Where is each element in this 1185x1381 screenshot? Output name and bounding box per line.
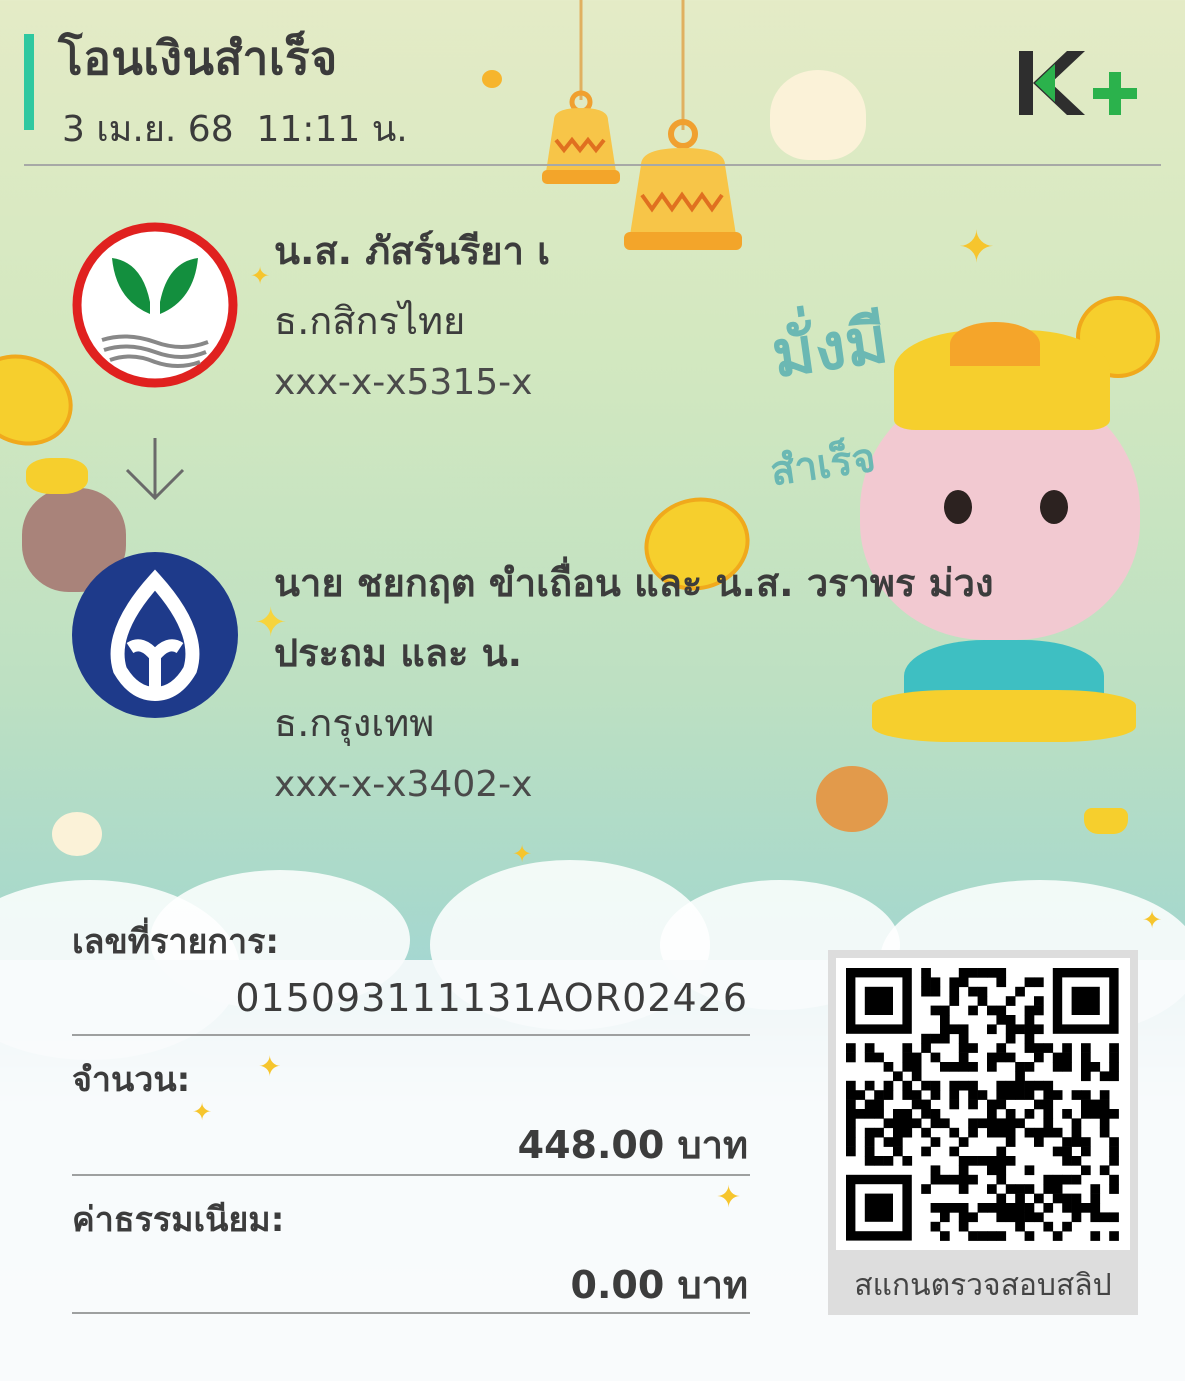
fee-label: ค่าธรรมเนียม: <box>72 1200 285 1240</box>
transaction-datetime: 3 เม.ย. 68 11:11 น. <box>62 109 408 150</box>
kasikorn-bank-logo <box>72 222 238 388</box>
bangkok-bank-logo <box>72 552 238 718</box>
receiver-name-line2: ประถม และ น. <box>274 631 523 675</box>
qr-code[interactable] <box>836 958 1130 1250</box>
qr-caption: สแกนตรวจสอบสลิป <box>854 1268 1112 1303</box>
amount-value: 448.00 บาท <box>517 1123 748 1167</box>
sticker-text-2: สำเร็จ <box>767 434 879 496</box>
sender-name: น.ส. ภัสร์นรียา เ <box>274 229 551 273</box>
sticker-text-1: มั่งมี <box>767 303 893 393</box>
divider-3 <box>72 1312 750 1314</box>
arrow-down-icon <box>125 438 185 501</box>
sender-account: xxx-x-x5315-x <box>274 362 533 403</box>
header-divider <box>24 164 1161 166</box>
ref-value: 015093111131AOR02426 <box>235 976 748 1020</box>
receiver-name-line1: นาย ชยกฤต ขำเถื่อน และ น.ส. วราพร ม่วง <box>274 561 994 605</box>
accent-bar <box>24 34 34 130</box>
sender-bank: ธ.กสิกรไทย <box>274 299 466 343</box>
amount-label: จำนวน: <box>72 1060 191 1100</box>
page-title: โอนเงินสำเร็จ <box>58 31 338 85</box>
divider-1 <box>72 1034 750 1036</box>
fee-value: 0.00 บาท <box>570 1263 749 1307</box>
kplus-logo <box>1019 51 1137 115</box>
ref-label: เลขที่รายการ: <box>72 922 279 962</box>
divider-2 <box>72 1174 750 1176</box>
receiver-bank: ธ.กรุงเทพ <box>274 701 435 745</box>
bell-icon <box>542 0 742 250</box>
receiver-account: xxx-x-x3402-x <box>274 764 533 805</box>
